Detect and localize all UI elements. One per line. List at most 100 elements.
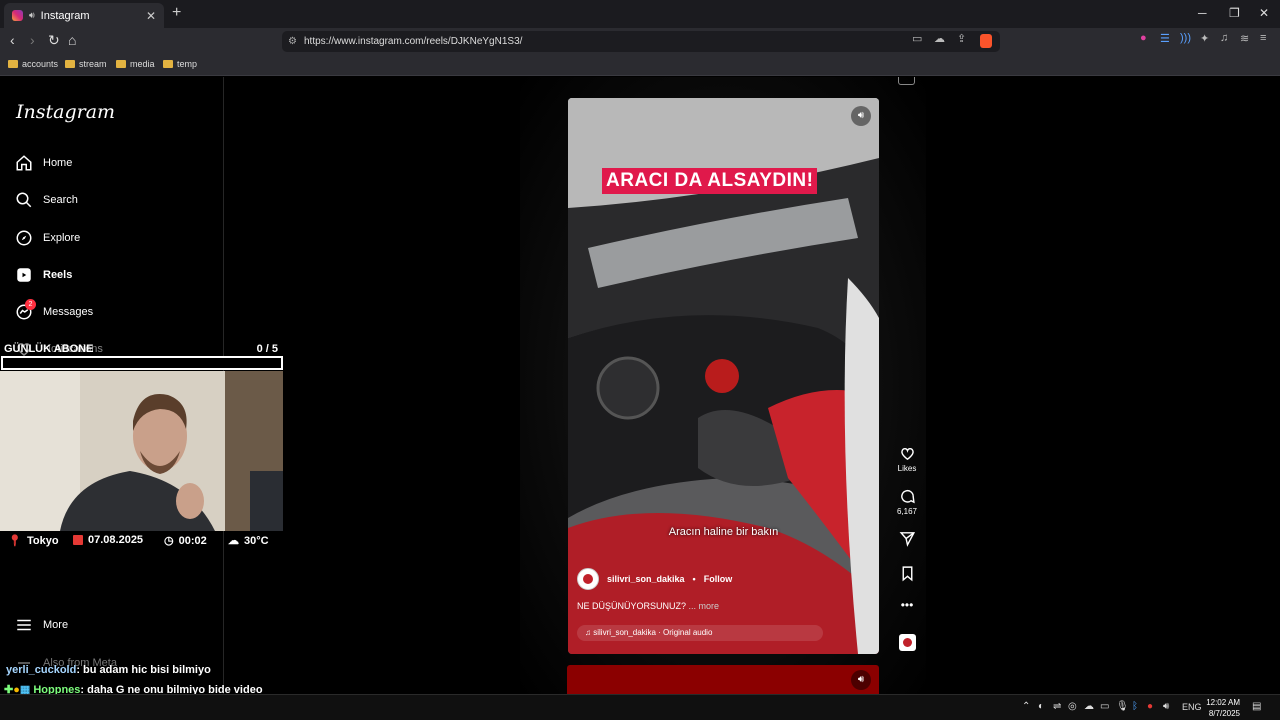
- extension-list-icon[interactable]: ☰: [1160, 32, 1170, 45]
- reel-headline: ARACI DA ALSAYDIN!: [602, 168, 818, 194]
- clock-time: 12:02 AM: [1206, 698, 1240, 707]
- time-info: ◷ 00:02: [164, 534, 207, 548]
- subgoal-title: GÜNLÜK ABONE: [4, 343, 94, 355]
- more-link[interactable]: ... more: [689, 601, 720, 611]
- chat-message: yerli_cuckold: bu adam hic bisi bilmiyo: [0, 660, 284, 680]
- clock-date: 8/7/2025: [1208, 709, 1240, 718]
- site-info-icon[interactable]: ⚙: [288, 31, 297, 52]
- audio-avatar-icon: [898, 634, 916, 651]
- back-icon[interactable]: ‹: [10, 32, 15, 48]
- extension-icon[interactable]: ●: [1140, 32, 1147, 44]
- author-username[interactable]: silivri_son_dakika: [607, 574, 685, 584]
- show-hidden-icons[interactable]: ⌃: [1022, 701, 1030, 712]
- share-button[interactable]: [894, 530, 920, 549]
- extensions-puzzle-icon[interactable]: ✦: [1200, 32, 1209, 45]
- audio-avatar-button[interactable]: [894, 634, 920, 651]
- more-label: More: [43, 619, 69, 631]
- browser-tab[interactable]: 🔊︎ Instagram ✕: [4, 3, 164, 28]
- sidebar-item-label: Reels: [43, 269, 73, 281]
- folder-icon: [65, 60, 75, 68]
- volume-icon[interactable]: 🔊︎: [1163, 701, 1169, 712]
- sidebar-item-label: Home: [43, 157, 73, 169]
- likes-label: Likes: [897, 464, 917, 473]
- follow-button[interactable]: Follow: [704, 574, 733, 584]
- system-clock[interactable]: 12:02 AM 8/7/2025: [1206, 697, 1240, 719]
- menu-icon[interactable]: ≡: [1260, 32, 1266, 44]
- restore-icon[interactable]: ❐: [1229, 6, 1240, 20]
- folder-icon: [116, 60, 126, 68]
- date-info: 07.08.2025: [73, 534, 143, 546]
- tray-cloud-icon[interactable]: ☁: [1084, 701, 1094, 712]
- more-options-button[interactable]: •••: [894, 598, 920, 612]
- save-button[interactable]: [894, 565, 920, 584]
- mute-icon[interactable]: 🔊︎: [851, 670, 871, 690]
- folder-icon: [163, 60, 173, 68]
- tray-app-icon[interactable]: ◐: [1038, 701, 1044, 712]
- sidebar-item-home[interactable]: Home: [15, 152, 72, 174]
- minimize-icon[interactable]: ─: [1198, 6, 1207, 20]
- tray-globe-icon[interactable]: ◎: [1068, 701, 1077, 712]
- instagram-logo[interactable]: Instagram: [16, 101, 115, 123]
- address-bar[interactable]: ⚙ https://www.instagram.com/reels/DJKNeY…: [282, 31, 1000, 52]
- sidebar-item-label: Explore: [43, 232, 81, 244]
- reload-icon[interactable]: ↻: [48, 32, 60, 49]
- reel-video[interactable]: ARACI DA ALSAYDIN! 🔊︎ Aracın haline bir …: [568, 98, 879, 654]
- comment-button[interactable]: 6,167: [894, 488, 920, 516]
- sidebar-item-explore[interactable]: Explore: [15, 227, 80, 249]
- description-text: NE DÜŞÜNÜYORSUNUZ?: [577, 601, 687, 611]
- hamburger-icon: [17, 619, 31, 631]
- bookmark-accounts[interactable]: accounts: [8, 59, 58, 69]
- ellipsis-icon: •••: [900, 598, 914, 612]
- webcam-person-image: [0, 371, 283, 531]
- bluetooth-icon[interactable]: ᛒ: [1132, 701, 1138, 712]
- reels-icon: [17, 268, 31, 282]
- mute-icon[interactable]: 🔊︎: [851, 106, 871, 126]
- webcam-feed: [0, 371, 283, 531]
- extension-audio-icon[interactable]: ))): [1180, 32, 1191, 44]
- volume-icon[interactable]: 🔊︎: [29, 10, 35, 21]
- clock-icon: ◷: [164, 535, 174, 547]
- tray-mic-icon[interactable]: 🎙︎: [1116, 701, 1129, 712]
- bookmark-label: stream: [79, 59, 107, 69]
- notifications-icon[interactable]: ▤: [1252, 701, 1261, 712]
- calendar-icon: [73, 535, 83, 545]
- chat-username: yerli_cuckold: [6, 664, 77, 676]
- home-icon[interactable]: ⌂: [68, 32, 76, 48]
- cast-icon[interactable]: ▭: [912, 32, 922, 45]
- compass-icon: [16, 230, 32, 246]
- tray-arrow-icon[interactable]: ⇌: [1053, 701, 1061, 712]
- author-avatar[interactable]: [577, 568, 599, 590]
- previous-reel-avatar[interactable]: [898, 77, 915, 85]
- bookmark-media[interactable]: media: [116, 59, 155, 69]
- new-tab-button[interactable]: +: [172, 4, 181, 22]
- tray-display-icon[interactable]: ▭: [1100, 701, 1109, 712]
- sidebar-item-search[interactable]: Search: [15, 189, 78, 211]
- date-text: 07.08.2025: [88, 534, 144, 546]
- location-text: Tokyo: [26, 534, 59, 547]
- time-text: 00:02: [178, 534, 207, 547]
- audio-label: silivri_son_dakika · Original audio: [593, 628, 713, 637]
- share-icon[interactable]: ⇪: [957, 32, 966, 45]
- music-icon[interactable]: ♫: [1220, 32, 1228, 44]
- more-button[interactable]: More: [15, 614, 68, 636]
- bookmark-stream[interactable]: stream: [65, 59, 107, 69]
- cloud-icon[interactable]: ☁: [934, 32, 945, 45]
- reel-audio[interactable]: ♫ silivri_son_dakika · Original audio: [577, 625, 823, 641]
- like-button[interactable]: Likes: [894, 445, 920, 473]
- windows-taskbar: ⌃ ◐ ⇌ ◎ ☁ ▭ 🎙︎ ᛒ ● 🔊︎ ENG 12:02 AM 8/7/2…: [0, 694, 1280, 720]
- browser-toolbar: ‹ › ↻ ⌂ ⚙ https://www.instagram.com/reel…: [0, 28, 1280, 54]
- wallet-icon[interactable]: ≋: [1240, 32, 1249, 45]
- next-reel-preview[interactable]: 🔊︎: [567, 665, 879, 695]
- bookmark-icon: [902, 566, 912, 582]
- messenger-icon-wrap: 2: [15, 299, 36, 321]
- sidebar-item-messages[interactable]: 2 Messages: [15, 299, 93, 323]
- sidebar-item-reels[interactable]: Reels: [15, 264, 72, 286]
- forward-icon[interactable]: ›: [30, 32, 35, 48]
- messages-badge: 2: [25, 299, 36, 310]
- tray-record-icon[interactable]: ●: [1147, 701, 1153, 712]
- language-indicator[interactable]: ENG: [1182, 702, 1202, 712]
- close-tab-icon[interactable]: ✕: [146, 9, 156, 23]
- brave-shield-icon[interactable]: [980, 34, 992, 48]
- close-window-icon[interactable]: ✕: [1259, 6, 1269, 20]
- bookmark-temp[interactable]: temp: [163, 59, 197, 69]
